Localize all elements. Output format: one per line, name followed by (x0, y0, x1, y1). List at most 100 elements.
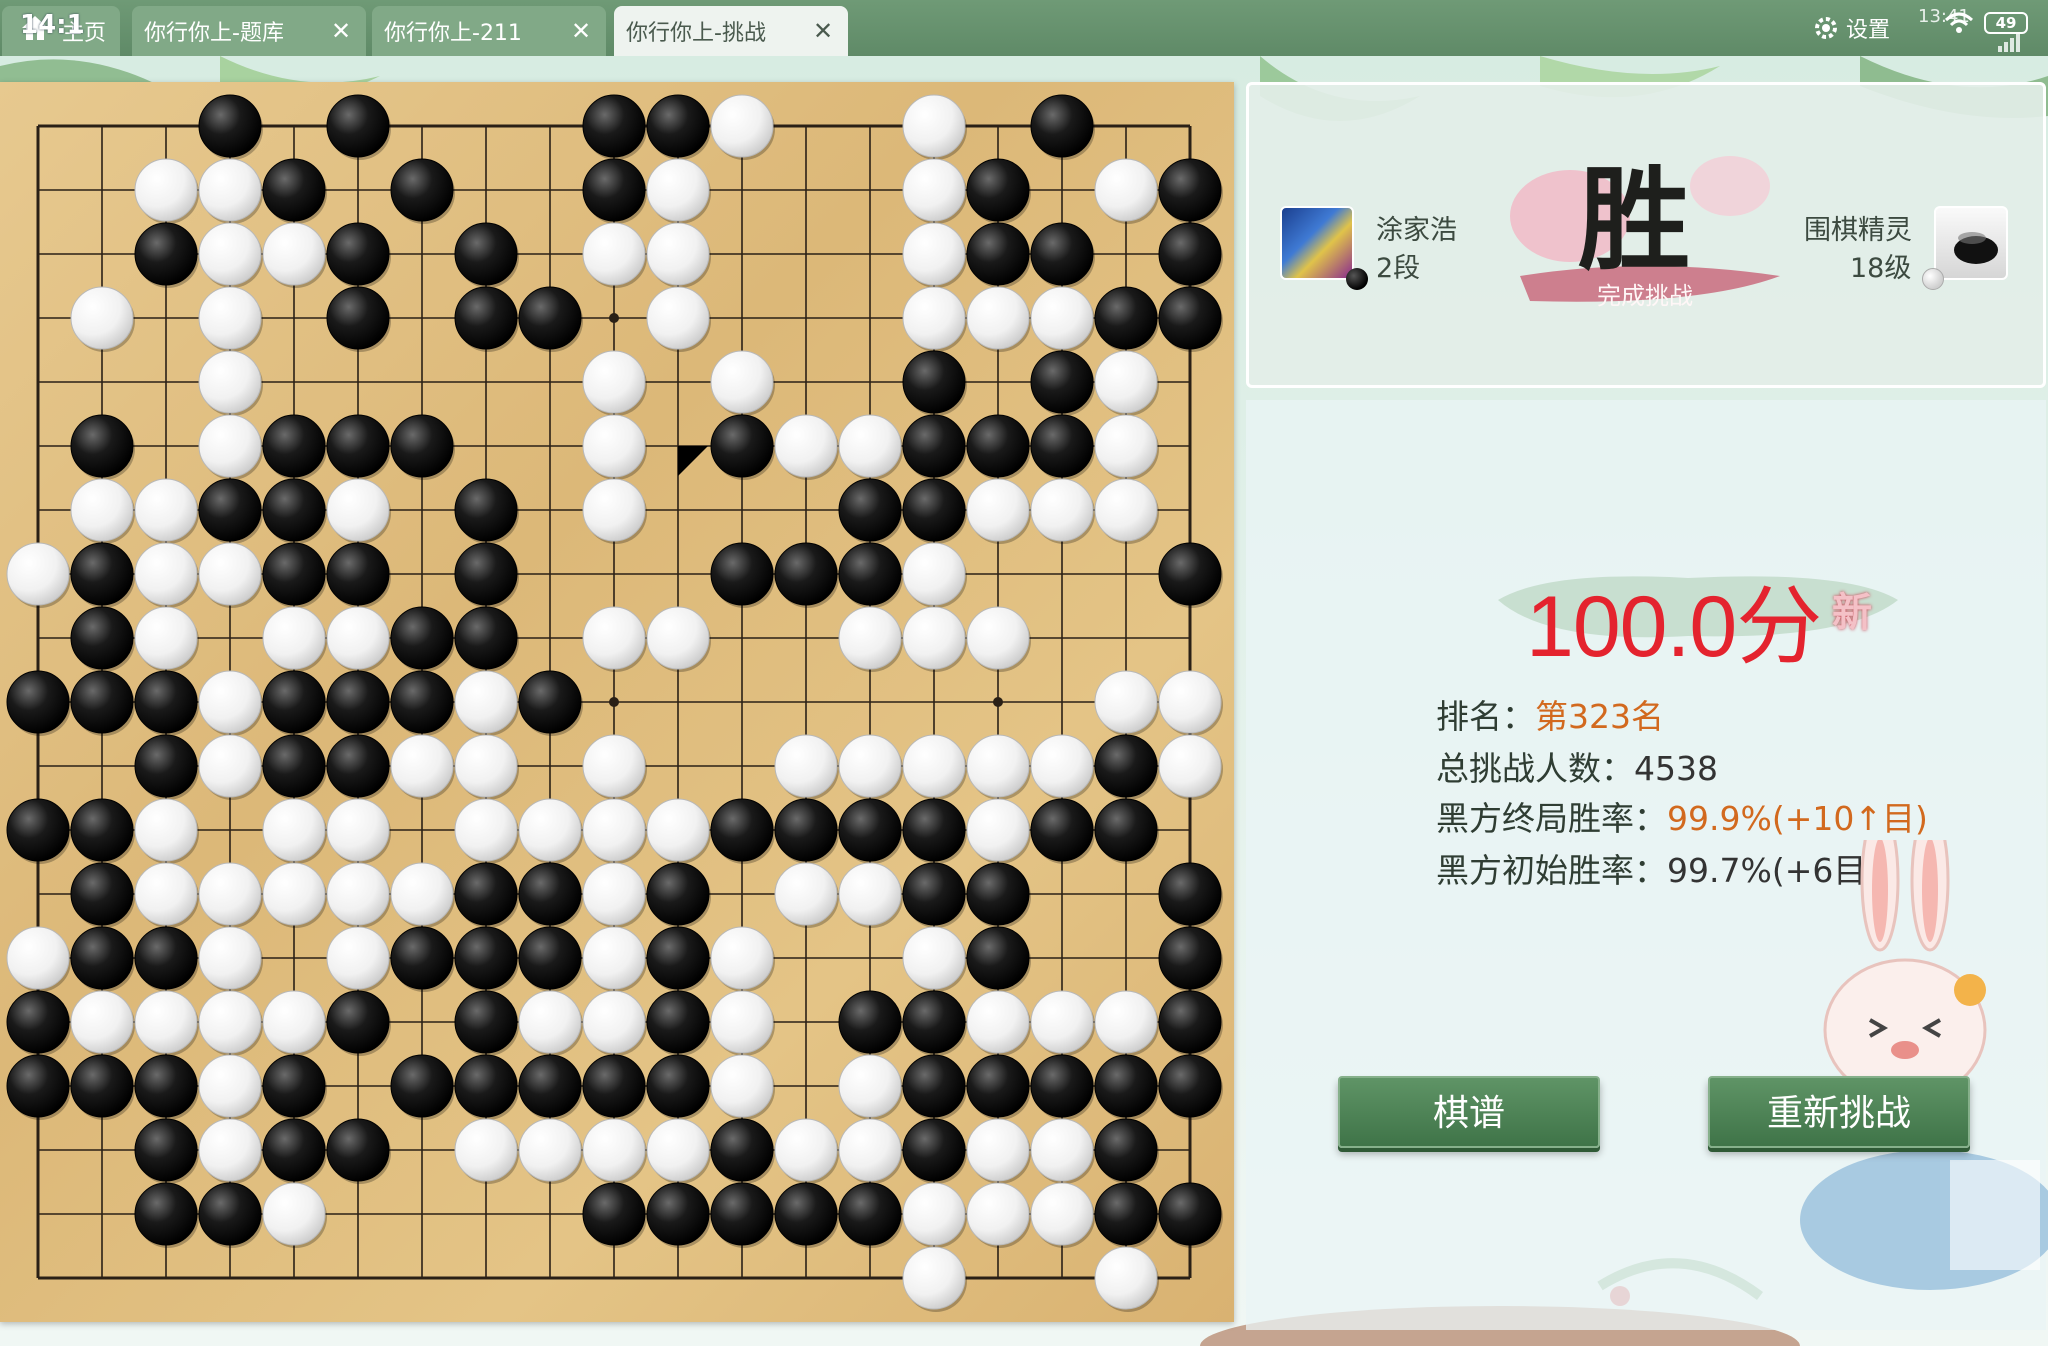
white-stone (902, 542, 966, 606)
white-stone (582, 414, 646, 478)
board-grid[interactable] (0, 82, 1234, 1322)
white-stone (582, 606, 646, 670)
black-stone (134, 734, 198, 798)
white-stone (134, 478, 198, 542)
tab-challenge[interactable]: 你行你上-挑战 ✕ (614, 6, 848, 56)
white-stone (902, 158, 966, 222)
white-stone (134, 606, 198, 670)
white-stone (1030, 1182, 1094, 1246)
white-stone (326, 862, 390, 926)
black-stone (326, 542, 390, 606)
white-stone (902, 222, 966, 286)
white-stone (902, 926, 966, 990)
gear-icon (1815, 17, 1837, 39)
white-stone (454, 798, 518, 862)
black-stone (1094, 734, 1158, 798)
status-time: 14:1 (20, 10, 85, 40)
black-stone (454, 222, 518, 286)
black-stone (902, 350, 966, 414)
black-stone (134, 1118, 198, 1182)
black-stone (454, 862, 518, 926)
game-record-button[interactable]: 棋谱 (1338, 1076, 1600, 1148)
black-stone (710, 1182, 774, 1246)
black-stone (966, 414, 1030, 478)
stat-label: 总挑战人数： (1436, 749, 1634, 788)
black-stone (582, 158, 646, 222)
retry-challenge-button[interactable]: 重新挑战 (1708, 1076, 1970, 1148)
white-stone (582, 1118, 646, 1182)
white-stone (646, 286, 710, 350)
black-stone (838, 990, 902, 1054)
black-stone (70, 542, 134, 606)
black-stone (134, 670, 198, 734)
black-stone (710, 798, 774, 862)
black-stone (134, 222, 198, 286)
white-stone (710, 1054, 774, 1118)
white-stone (198, 286, 262, 350)
white-stone (710, 990, 774, 1054)
white-stone (774, 1118, 838, 1182)
black-stone (518, 286, 582, 350)
black-stone (262, 1118, 326, 1182)
stat-total-challengers: 总挑战人数：4538 (1436, 742, 1718, 790)
white-stone (582, 478, 646, 542)
black-stone (966, 862, 1030, 926)
white-stone (966, 606, 1030, 670)
white-stone (262, 862, 326, 926)
close-icon[interactable]: ✕ (328, 18, 354, 44)
white-stone (582, 222, 646, 286)
black-stone (774, 798, 838, 862)
white-stone (134, 862, 198, 926)
black-stone (1030, 414, 1094, 478)
black-stone (902, 414, 966, 478)
white-stone (454, 1118, 518, 1182)
white-stone (518, 1118, 582, 1182)
white-stone (262, 1182, 326, 1246)
tab-211[interactable]: 你行你上-211 ✕ (372, 6, 606, 56)
white-stone (70, 990, 134, 1054)
white-stone (838, 606, 902, 670)
black-stone (6, 670, 70, 734)
white-stone (646, 798, 710, 862)
white-stone (134, 542, 198, 606)
white-stone (198, 222, 262, 286)
close-icon[interactable]: ✕ (810, 18, 836, 44)
black-stone (262, 414, 326, 478)
black-stone (134, 1182, 198, 1246)
black-stone (902, 478, 966, 542)
white-stone (582, 990, 646, 1054)
new-record-badge: 新 (1832, 590, 1872, 636)
black-stone (326, 94, 390, 158)
white-stone (646, 1118, 710, 1182)
tab-question-bank[interactable]: 你行你上-题库 ✕ (132, 6, 366, 56)
black-stone-icon (1346, 268, 1368, 290)
go-board[interactable] (0, 82, 1234, 1322)
black-stone (902, 1054, 966, 1118)
stat-label: 黑方终局胜率： (1436, 799, 1667, 838)
white-stone (262, 222, 326, 286)
white-stone (198, 542, 262, 606)
close-icon[interactable]: ✕ (568, 18, 594, 44)
tab-bar: 主页 14:1 你行你上-题库 ✕ 你行你上-211 ✕ 你行你上-挑战 ✕ 设… (0, 0, 2048, 56)
black-stone (838, 798, 902, 862)
white-stone (198, 1054, 262, 1118)
settings-button[interactable]: 设置 (1812, 12, 1890, 44)
black-stone (902, 990, 966, 1054)
white-stone (1094, 1246, 1158, 1310)
black-stone (326, 734, 390, 798)
black-stone (134, 1054, 198, 1118)
white-stone (70, 478, 134, 542)
white-stone (966, 286, 1030, 350)
black-stone (646, 990, 710, 1054)
black-stone (1030, 350, 1094, 414)
black-stone (1158, 1182, 1222, 1246)
result-win-label: 胜 (1578, 155, 1690, 286)
stat-value: 第323名 (1535, 697, 1664, 736)
black-stone (326, 1118, 390, 1182)
black-stone (838, 1182, 902, 1246)
player-name-white: 围棋精灵 (1804, 215, 1912, 246)
white-stone (454, 670, 518, 734)
black-stone (70, 414, 134, 478)
white-stone (1030, 734, 1094, 798)
white-stone (1094, 670, 1158, 734)
